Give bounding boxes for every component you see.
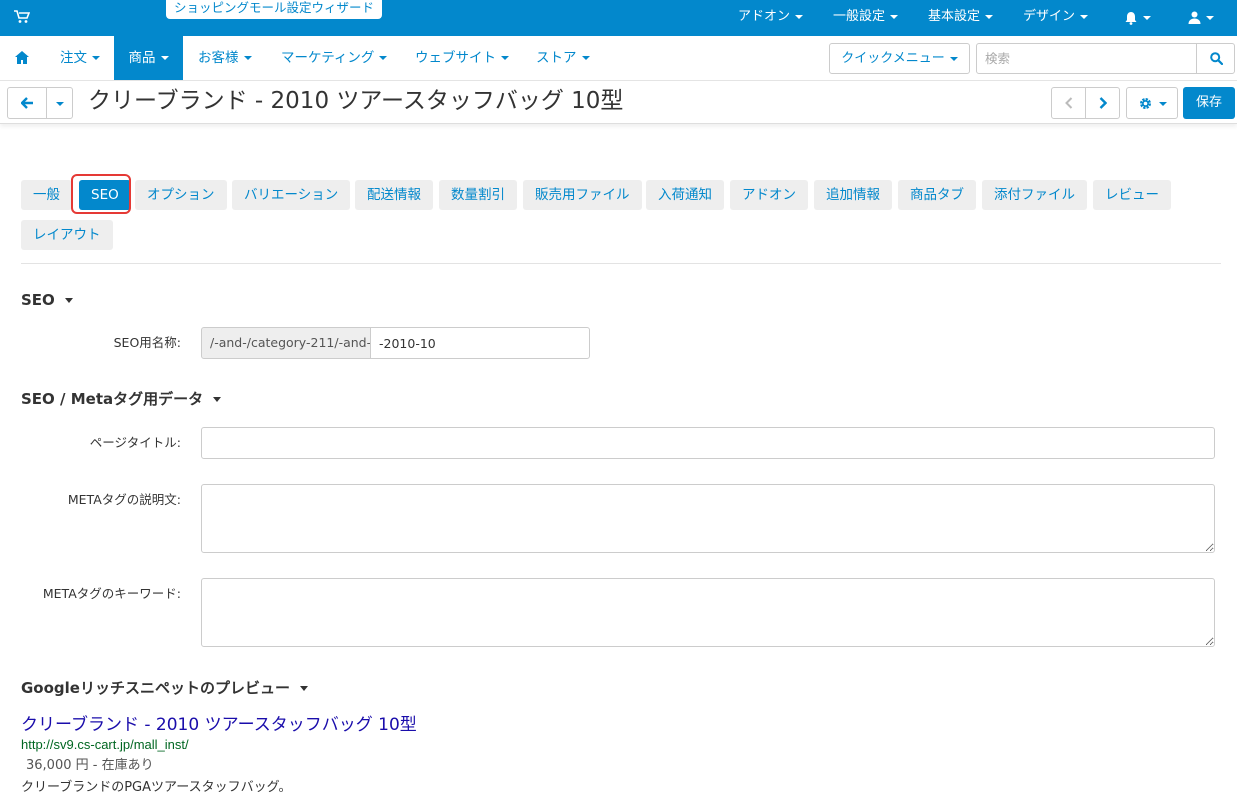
- menu-general-settings[interactable]: 一般設定: [833, 0, 899, 36]
- tab-variations[interactable]: バリエーション: [232, 180, 351, 210]
- chevron-down-icon: [581, 56, 590, 60]
- menu-addons-label: アドオン: [738, 9, 791, 24]
- wizard-button[interactable]: ショッピングモール設定ウィザード: [166, 0, 383, 19]
- nav-customers-label: お客様: [198, 50, 239, 66]
- home-icon[interactable]: [15, 51, 31, 65]
- meta-section-toggle[interactable]: SEO / Metaタグ用データ: [21, 389, 222, 409]
- chevron-down-icon: [1159, 102, 1167, 106]
- chevron-down-icon: [949, 56, 958, 61]
- chevron-down-icon: [299, 686, 308, 691]
- preview-section-heading: Googleリッチスニペットのプレビュー: [21, 679, 290, 697]
- user-menu[interactable]: [1188, 10, 1214, 26]
- chevron-down-icon: [1206, 15, 1214, 20]
- chevron-down-icon: [1143, 15, 1151, 20]
- back-button[interactable]: [7, 87, 47, 119]
- chevron-left-icon: [1065, 97, 1073, 109]
- menu-addons[interactable]: アドオン: [738, 0, 804, 36]
- tab-addons[interactable]: アドオン: [730, 180, 808, 210]
- preview-description: クリーブランドのPGAツアースタッフバッグ。: [21, 780, 292, 795]
- nav-store[interactable]: ストア: [536, 36, 590, 80]
- nav-products[interactable]: 商品: [114, 36, 183, 80]
- meta-section-heading: SEO / Metaタグ用データ: [21, 390, 204, 408]
- tab-product-tabs[interactable]: 商品タブ: [898, 180, 976, 210]
- chevron-right-icon: [1099, 97, 1107, 109]
- chevron-down-icon: [56, 102, 64, 106]
- chevron-down-icon: [501, 56, 509, 60]
- main-nav: 注文 商品 お客様 マーケティング ウェブサイト ストア クイックメニュー: [0, 36, 1237, 81]
- tab-shipping[interactable]: 配送情報: [355, 180, 433, 210]
- notifications-menu[interactable]: [1124, 10, 1151, 26]
- nav-orders[interactable]: 注文: [60, 36, 100, 80]
- quick-menu-button[interactable]: クイックメニュー: [829, 43, 970, 74]
- page-title-label: ページタイトル:: [89, 435, 181, 450]
- active-tab-highlight: [71, 174, 131, 214]
- seo-section-toggle[interactable]: SEO: [21, 290, 73, 310]
- prev-product-button[interactable]: [1051, 87, 1086, 119]
- nav-customers[interactable]: お客様: [198, 36, 252, 80]
- title-bar: クリーブランド - 2010 ツアースタッフバッグ 10型 保存: [0, 82, 1237, 124]
- preview-section-toggle[interactable]: Googleリッチスニペットのプレビュー: [21, 678, 308, 698]
- tab-quantity-discounts[interactable]: 数量割引: [439, 180, 517, 210]
- seo-section-heading: SEO: [21, 291, 55, 309]
- bell-icon: [1124, 11, 1138, 25]
- menu-general-settings-label: 一般設定: [833, 9, 886, 24]
- preview-title-link[interactable]: クリーブランド - 2010 ツアースタッフバッグ 10型: [21, 710, 417, 735]
- chevron-down-icon: [160, 56, 169, 60]
- chevron-down-icon: [92, 56, 100, 60]
- next-product-button[interactable]: [1085, 87, 1120, 119]
- chevron-down-icon: [795, 14, 804, 19]
- menu-design[interactable]: デザイン: [1023, 0, 1089, 36]
- chevron-down-icon: [1080, 14, 1089, 19]
- tab-reviews[interactable]: レビュー: [1093, 180, 1171, 210]
- search-button[interactable]: [1196, 43, 1235, 74]
- top-bar: ショッピングモール設定ウィザード アドオン 一般設定 基本設定 デザイン: [0, 0, 1237, 36]
- settings-menu-button[interactable]: [1126, 87, 1178, 119]
- page-title-input[interactable]: [201, 427, 1215, 459]
- tab-options[interactable]: オプション: [135, 180, 227, 210]
- nav-products-label: 商品: [128, 50, 156, 66]
- seo-name-prefix: /-and-/category-211/-and-/: [201, 327, 371, 359]
- chevron-down-icon: [379, 56, 388, 60]
- meta-keywords-label: METAタグのキーワード:: [42, 586, 181, 601]
- cart-icon[interactable]: [14, 10, 30, 24]
- tab-stock-notifications[interactable]: 入荷通知: [646, 180, 724, 210]
- nav-marketing[interactable]: マーケティング: [281, 36, 388, 80]
- nav-website-label: ウェブサイト: [415, 50, 496, 66]
- user-icon: [1188, 11, 1201, 24]
- page-title: クリーブランド - 2010 ツアースタッフバッグ 10型: [88, 88, 624, 114]
- tab-layout[interactable]: レイアウト: [21, 220, 113, 250]
- tabs-divider: [21, 263, 1221, 264]
- chevron-down-icon: [213, 397, 222, 402]
- preview-price: 36,000 円 - 在庫あり: [26, 758, 154, 773]
- meta-keywords-textarea[interactable]: [201, 578, 1215, 647]
- nav-orders-label: 注文: [60, 50, 87, 66]
- seo-name-input[interactable]: [370, 327, 590, 359]
- meta-description-textarea[interactable]: [201, 484, 1215, 553]
- nav-marketing-label: マーケティング: [281, 50, 375, 66]
- menu-design-label: デザイン: [1023, 9, 1076, 24]
- chevron-down-icon: [890, 14, 899, 19]
- save-button[interactable]: 保存: [1183, 87, 1235, 119]
- tab-attachments[interactable]: 添付ファイル: [982, 180, 1087, 210]
- search-icon: [1210, 52, 1223, 65]
- nav-store-label: ストア: [536, 50, 577, 66]
- menu-basic-settings-label: 基本設定: [928, 9, 981, 24]
- preview-url: http://sv9.cs-cart.jp/mall_inst/: [21, 737, 189, 752]
- quick-menu-label: クイックメニュー: [841, 51, 945, 66]
- search-input[interactable]: [976, 43, 1197, 74]
- arrow-left-icon: [21, 97, 34, 109]
- tab-downloadable-files[interactable]: 販売用ファイル: [523, 180, 642, 210]
- nav-website[interactable]: ウェブサイト: [415, 36, 509, 80]
- tab-additional-info[interactable]: 追加情報: [814, 180, 892, 210]
- chevron-down-icon: [243, 56, 252, 60]
- gear-icon: [1139, 97, 1152, 110]
- seo-name-label: SEO用名称:: [113, 335, 181, 350]
- back-dropdown-button[interactable]: [46, 87, 73, 119]
- chevron-down-icon: [64, 298, 73, 303]
- chevron-down-icon: [985, 14, 994, 19]
- meta-description-label: METAタグの説明文:: [67, 492, 181, 507]
- menu-basic-settings[interactable]: 基本設定: [928, 0, 994, 36]
- tab-general[interactable]: 一般: [21, 180, 72, 210]
